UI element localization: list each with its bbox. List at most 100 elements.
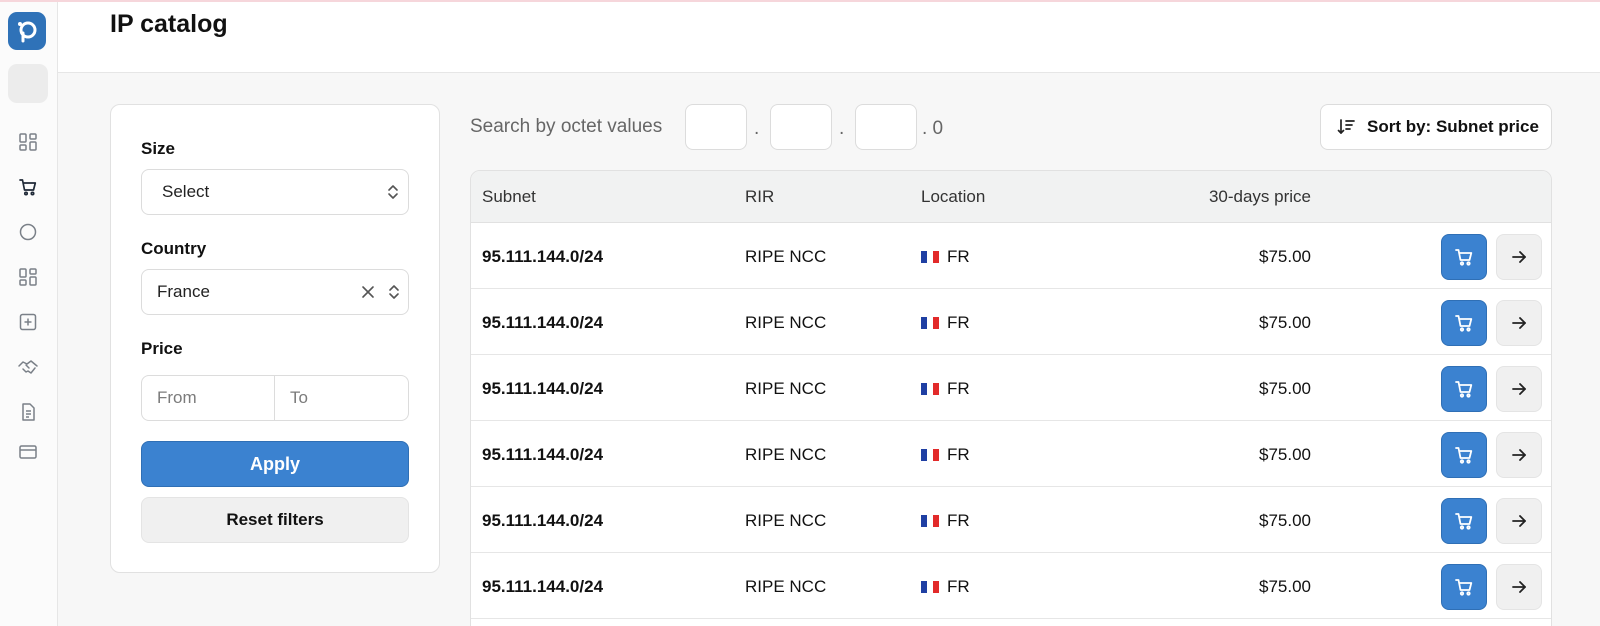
location-cell: FR — [921, 379, 970, 399]
rir-cell: RIPE NCC — [745, 247, 827, 266]
price-cell: $75.00 — [1259, 511, 1311, 530]
subnet-cell: 95.111.144.0/24 — [482, 511, 604, 530]
octet-3-input[interactable] — [855, 104, 917, 150]
table-row[interactable]: 95.111.144.0/24 RIPE NCC FR $75.00 — [471, 421, 1551, 487]
sidebar-item-add[interactable] — [16, 310, 40, 334]
france-flag-icon — [921, 251, 939, 263]
table-row[interactable]: 95.111.144.0/24 RIPE NCC FR $75.00 — [471, 553, 1551, 619]
view-details-button[interactable] — [1496, 366, 1542, 412]
credit-card-icon — [19, 445, 37, 459]
plus-square-icon — [19, 313, 37, 331]
subnet-cell: 95.111.144.0/24 — [482, 379, 604, 398]
view-details-button[interactable] — [1496, 498, 1542, 544]
column-header-price[interactable]: 30-days price — [1209, 187, 1311, 207]
circle-icon — [19, 223, 37, 241]
arrow-right-icon — [1512, 581, 1526, 593]
france-flag-icon — [921, 515, 939, 527]
sidebar-item-circle[interactable] — [16, 220, 40, 244]
cart-icon — [1455, 381, 1473, 398]
table-row[interactable]: 95.111.144.0/24 RIPE NCC FR $75.00 — [471, 289, 1551, 355]
view-details-button[interactable] — [1496, 300, 1542, 346]
price-label: Price — [141, 339, 183, 358]
avatar[interactable] — [8, 64, 48, 103]
price-cell: $75.00 — [1259, 313, 1311, 332]
table-row[interactable]: 95.111.144.0/24 RIPE NCC FR $75.00 — [471, 487, 1551, 553]
price-from-input[interactable] — [141, 375, 275, 421]
subnet-cell: 95.111.144.0/24 — [482, 313, 604, 332]
page-title: IP catalog — [110, 10, 228, 38]
subnet-table: Subnet RIR Location 30-days price 95.111… — [470, 170, 1552, 626]
location-cell: FR — [921, 247, 970, 267]
cart-icon — [19, 179, 37, 196]
clear-icon[interactable] — [356, 285, 380, 299]
octet-2-input[interactable] — [770, 104, 832, 150]
location-code: FR — [947, 313, 970, 332]
price-cell: $75.00 — [1259, 379, 1311, 398]
table-row[interactable]: 95.111.144.0/24 RIPE NCC FR $75.00 — [471, 355, 1551, 421]
add-to-cart-button[interactable] — [1441, 432, 1487, 478]
cart-icon — [1455, 513, 1473, 530]
view-details-button[interactable] — [1496, 564, 1542, 610]
handshake-icon — [18, 360, 38, 374]
table-header: Subnet RIR Location 30-days price — [471, 171, 1551, 223]
rir-cell: RIPE NCC — [745, 313, 827, 332]
france-flag-icon — [921, 449, 939, 461]
reset-filters-button[interactable]: Reset filters — [141, 497, 409, 543]
country-select[interactable]: France — [141, 269, 409, 315]
column-header-subnet[interactable]: Subnet — [482, 187, 536, 207]
column-header-rir[interactable]: RIR — [745, 187, 774, 207]
apply-button[interactable]: Apply — [141, 441, 409, 487]
size-select[interactable]: Select — [141, 169, 409, 215]
table-row[interactable]: 95.111.144.0/24 RIPE NCC FR $75.00 — [471, 223, 1551, 289]
cart-icon — [1455, 315, 1473, 332]
country-select-value: France — [157, 282, 210, 301]
octet-1-input[interactable] — [685, 104, 747, 150]
sidebar-item-grid[interactable] — [16, 265, 40, 289]
location-cell: FR — [921, 445, 970, 465]
octet-search-label: Search by octet values — [470, 116, 663, 137]
column-header-location[interactable]: Location — [921, 187, 985, 207]
sort-descending-icon — [1337, 118, 1355, 136]
cart-icon — [1455, 249, 1473, 266]
arrow-right-icon — [1512, 515, 1526, 527]
page-header: IP catalog — [58, 0, 1600, 73]
location-code: FR — [947, 247, 970, 266]
add-to-cart-button[interactable] — [1441, 234, 1487, 280]
subnet-cell: 95.111.144.0/24 — [482, 445, 604, 464]
price-to-input[interactable] — [275, 375, 409, 421]
sidebar-item-billing[interactable] — [16, 440, 40, 464]
cart-icon — [1455, 579, 1473, 596]
rir-cell: RIPE NCC — [745, 577, 827, 596]
sidebar-item-dashboard[interactable] — [16, 130, 40, 154]
price-range — [141, 375, 409, 421]
location-code: FR — [947, 577, 970, 596]
add-to-cart-button[interactable] — [1441, 300, 1487, 346]
france-flag-icon — [921, 383, 939, 395]
grid-icon — [19, 268, 37, 286]
arrow-right-icon — [1512, 251, 1526, 263]
size-select-value: Select — [162, 182, 210, 201]
document-icon — [22, 403, 35, 421]
app-logo[interactable] — [8, 12, 46, 50]
sort-button[interactable]: Sort by: Subnet price — [1320, 104, 1552, 150]
subnet-cell: 95.111.144.0/24 — [482, 247, 604, 266]
country-label: Country — [141, 239, 207, 258]
france-flag-icon — [921, 317, 939, 329]
chevron-up-down-icon — [380, 283, 408, 301]
location-cell: FR — [921, 511, 970, 531]
sidebar-item-deals[interactable] — [16, 355, 40, 379]
arrow-right-icon — [1512, 383, 1526, 395]
subnet-cell: 95.111.144.0/24 — [482, 577, 604, 596]
add-to-cart-button[interactable] — [1441, 564, 1487, 610]
price-cell: $75.00 — [1259, 445, 1311, 464]
view-details-button[interactable] — [1496, 234, 1542, 280]
add-to-cart-button[interactable] — [1441, 498, 1487, 544]
add-to-cart-button[interactable] — [1441, 366, 1487, 412]
location-code: FR — [947, 445, 970, 464]
view-details-button[interactable] — [1496, 432, 1542, 478]
price-cell: $75.00 — [1259, 247, 1311, 266]
rir-cell: RIPE NCC — [745, 379, 827, 398]
octet-4-fixed: . 0 — [922, 118, 944, 139]
sidebar-item-documents[interactable] — [16, 400, 40, 424]
sidebar-item-catalog[interactable] — [16, 175, 40, 199]
